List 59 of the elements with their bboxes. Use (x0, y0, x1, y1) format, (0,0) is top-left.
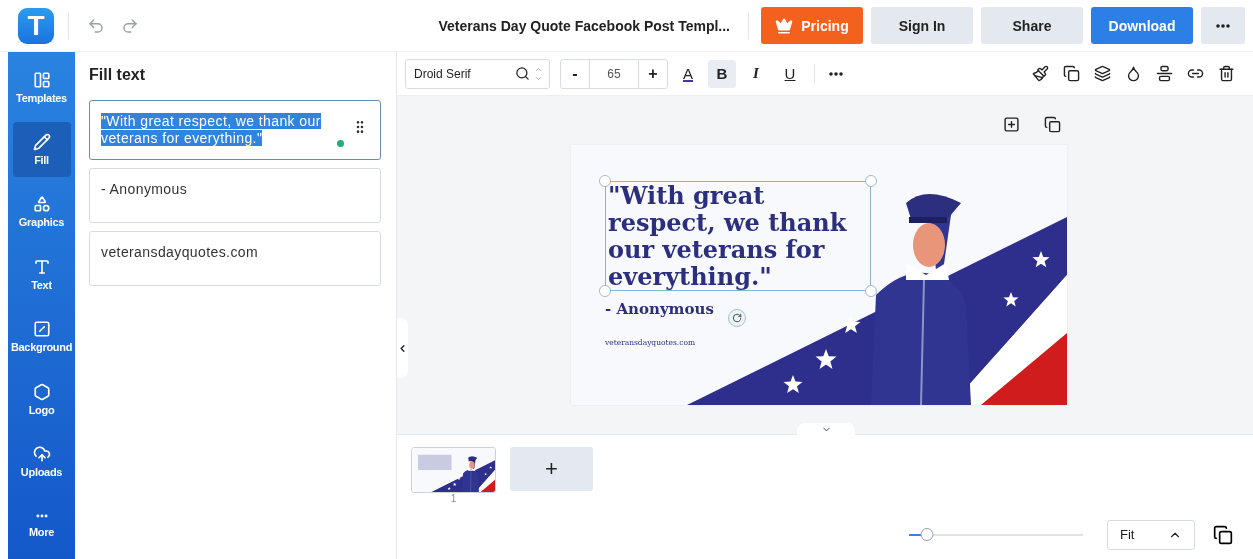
sidebar-item[interactable]: Background (12, 309, 71, 364)
increase-size-button[interactable]: + (639, 59, 667, 88)
rotate-icon (732, 313, 742, 323)
quote-text[interactable]: "With great respect, we thank our veterans for everything." (605, 181, 871, 291)
text-icon (32, 257, 51, 276)
text-style-button[interactable]: I (742, 59, 770, 88)
panel-title: Fill text (89, 66, 146, 84)
download-button[interactable]: Download (1091, 7, 1193, 44)
text-field[interactable]: veteransdayquotes.com (89, 231, 381, 286)
sidebar-item[interactable]: Graphics (12, 184, 71, 240)
rotate-button[interactable] (728, 309, 746, 327)
resize-handle[interactable] (865, 175, 877, 187)
sidebar-item[interactable]: Text (12, 247, 71, 302)
text-style-button[interactable]: A (674, 59, 702, 88)
layers-icon[interactable] (1094, 65, 1111, 82)
font-select[interactable]: Droid Serif (405, 58, 550, 89)
text-style-button[interactable]: B (708, 59, 736, 88)
resize-handle[interactable] (599, 285, 611, 297)
pages-icon[interactable] (1213, 524, 1233, 545)
sidebar-item[interactable]: Uploads (12, 434, 71, 489)
trash-icon[interactable] (1218, 65, 1235, 82)
author-text[interactable]: - Anonymous (605, 300, 881, 318)
text-style-button[interactable]: U (776, 59, 804, 88)
resize-handle[interactable] (599, 175, 611, 187)
cloud-upload-icon (32, 444, 51, 463)
page-number: 1 (450, 493, 457, 504)
page-thumbnail[interactable] (411, 447, 496, 493)
sidebar-item[interactable]: Logo (12, 371, 71, 427)
more-icon (829, 71, 843, 76)
hexagon-icon (32, 382, 51, 401)
zoom-select[interactable]: Fit (1107, 519, 1195, 550)
font-size-field[interactable]: 65 (589, 59, 639, 88)
duplicate-icon[interactable] (1044, 116, 1061, 133)
status-dot (337, 140, 344, 147)
sidebar-item[interactable]: Templates (12, 60, 71, 115)
search-icon (515, 66, 530, 81)
decrease-size-button[interactable]: - (561, 59, 589, 88)
paint-roller-icon[interactable] (1032, 65, 1049, 82)
pencil-icon (32, 133, 51, 152)
header-button[interactable]: Share (981, 7, 1083, 44)
copy-icon[interactable] (1063, 65, 1080, 82)
templates-icon (32, 70, 51, 89)
droplet-icon[interactable] (1125, 65, 1142, 82)
document-title: Veterans Day Quote Facebook Post Templ... (438, 17, 730, 34)
text-field[interactable]: - Anonymous (89, 168, 381, 223)
header-button[interactable]: Sign In (871, 7, 973, 44)
sidebar-item[interactable]: More (12, 496, 71, 551)
more-button[interactable] (1201, 7, 1245, 44)
resize-handle[interactable] (865, 285, 877, 297)
shapes-icon (32, 195, 51, 214)
more-icon (1216, 23, 1230, 28)
redo-icon (121, 16, 139, 35)
crown-icon (775, 16, 794, 35)
undo-icon (87, 16, 105, 35)
add-page-button[interactable]: + (510, 447, 593, 491)
text-field[interactable]: "With great respect, we thank our veterans for everything." (89, 100, 381, 160)
sidebar-item[interactable]: Fill (12, 122, 71, 177)
align-icon[interactable] (1156, 65, 1173, 82)
add-page-icon[interactable] (1003, 116, 1020, 133)
